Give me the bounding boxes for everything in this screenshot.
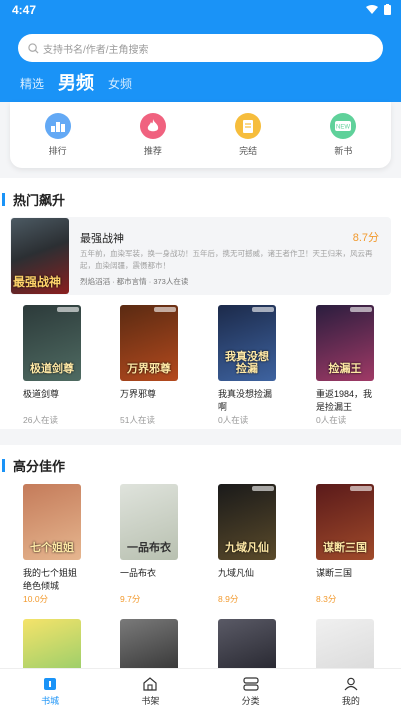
book-card[interactable]: 极道剑尊 极道剑尊 26人在读 xyxy=(23,305,109,426)
read-count: 51人在读 xyxy=(120,415,155,425)
status-icons xyxy=(366,4,391,15)
cover-title: 我真没想捡漏 xyxy=(225,351,269,375)
nav-label: 分类 xyxy=(241,695,260,706)
book-title: 我的七个姐姐绝色倾城 xyxy=(23,568,78,591)
hot-section-header: 热门飙升 xyxy=(0,189,401,209)
book-score: 8.9分 xyxy=(218,594,239,604)
book-card[interactable]: 谋断三国 谋断三国 8.3分 xyxy=(316,484,401,605)
book-description: 五年前，血染军装，换一身战功！五年后，携无可撼威，诸王者作卫！天王归来，风云再起… xyxy=(80,249,373,270)
book-title: 重返1984，我是捡漏王 xyxy=(316,389,373,412)
book-cover: 万界邪尊 xyxy=(120,305,178,381)
flame-icon xyxy=(139,113,166,139)
category-label: 推荐 xyxy=(143,146,162,156)
section-title: 高分佳作 xyxy=(13,458,66,474)
bottom-nav: 书城 书架 分类 我的 xyxy=(0,668,401,714)
wifi-icon xyxy=(366,4,378,14)
book-card[interactable]: 我真没想捡漏 我真没想捡漏啊 0人在读 xyxy=(218,305,304,426)
bookshelf-icon xyxy=(143,676,157,691)
new-book-icon: NEW xyxy=(330,113,357,139)
status-time: 4:47 xyxy=(12,3,37,17)
book-cover[interactable] xyxy=(120,619,178,668)
book-title: 万界邪尊 xyxy=(120,389,157,399)
nav-bookstore[interactable]: 书城 xyxy=(0,677,100,707)
category-ranking[interactable]: 排行 xyxy=(18,113,98,157)
book-title: 谋断三国 xyxy=(316,568,353,578)
read-count: 26人在读 xyxy=(23,415,58,425)
cover-title: 最强战神 xyxy=(13,275,62,289)
nav-label: 我的 xyxy=(341,695,360,706)
cover-title: 谋断三国 xyxy=(323,542,367,554)
category-recommend[interactable]: 推荐 xyxy=(113,113,193,157)
book-cover: 极道剑尊 xyxy=(23,305,81,381)
book-cover: 最强战神 xyxy=(11,218,69,294)
book-score: 10.0分 xyxy=(23,594,49,604)
featured-book[interactable]: 最强战神 最强战神 8.7分 五年前，血染军装，换一身战功！五年后，携无可撼威，… xyxy=(10,217,391,295)
cover-title: 捡漏王 xyxy=(328,363,362,375)
cover-title: 七个姐姐 xyxy=(30,542,74,554)
book-card[interactable]: 捡漏王 重返1984，我是捡漏王 0人在读 xyxy=(316,305,401,426)
cover-title: 万界邪尊 xyxy=(127,363,171,375)
top-tabs: 精选 男频 女频 xyxy=(20,68,132,96)
book-card[interactable]: 一品布衣 一品布衣 9.7分 xyxy=(120,484,206,605)
book-score: 8.7分 xyxy=(352,232,379,244)
book-title: 我真没想捡漏啊 xyxy=(218,389,273,412)
section-marker xyxy=(2,192,5,206)
book-cover: 七个姐姐 xyxy=(23,484,81,560)
section-marker xyxy=(2,458,5,472)
book-cover: 谋断三国 xyxy=(316,484,374,560)
cover-title: 一品布衣 xyxy=(127,542,171,554)
category-label: 完结 xyxy=(239,146,258,156)
category-shortcuts: 排行 推荐 完结 NEW 新书 xyxy=(10,102,391,168)
book-title: 一品布衣 xyxy=(120,568,157,578)
ranking-icon xyxy=(44,113,71,139)
book-meta: 烈焰滔滔 · 都市言情 · 373人在读 xyxy=(80,277,189,286)
search-input[interactable]: 支持书名/作者/主角搜索 xyxy=(18,34,383,62)
book-cover: 捡漏王 xyxy=(316,305,374,381)
category-label: 新书 xyxy=(334,146,353,156)
bookstore-icon xyxy=(44,677,57,690)
profile-icon xyxy=(344,677,358,690)
book-cover: 九域凡仙 xyxy=(218,484,276,560)
nav-profile[interactable]: 我的 xyxy=(301,677,401,707)
high-section-header: 高分佳作 xyxy=(0,455,401,475)
read-count: 0人在读 xyxy=(218,415,249,425)
search-icon xyxy=(28,42,39,54)
status-bar: 4:47 xyxy=(0,0,401,22)
book-score: 8.3分 xyxy=(316,594,337,604)
category-label: 排行 xyxy=(48,146,67,156)
book-title: 最强战神 xyxy=(80,233,124,245)
nav-bookshelf[interactable]: 书架 xyxy=(100,676,200,707)
book-title: 极道剑尊 xyxy=(23,389,60,399)
book-cover: 一品布衣 xyxy=(120,484,178,560)
tab-featured[interactable]: 精选 xyxy=(20,75,44,96)
nav-category[interactable]: 分类 xyxy=(201,676,301,707)
battery-icon xyxy=(384,4,391,15)
book-score: 9.7分 xyxy=(120,594,141,604)
app-screen: 4:47 支持书名/作者/主角搜索 精选 男频 女频 排行 推荐 完结 NEW … xyxy=(0,0,401,714)
category-icon xyxy=(243,676,259,691)
nav-label: 书架 xyxy=(141,695,160,706)
svg-text:NEW: NEW xyxy=(336,125,350,131)
book-cover[interactable] xyxy=(218,619,276,668)
tab-female[interactable]: 女频 xyxy=(108,75,132,96)
book-card[interactable]: 七个姐姐 我的七个姐姐绝色倾城 10.0分 xyxy=(23,484,109,605)
category-new[interactable]: NEW 新书 xyxy=(303,113,383,157)
header: 4:47 支持书名/作者/主角搜索 精选 男频 女频 xyxy=(0,0,401,102)
finished-book-icon xyxy=(235,113,262,139)
read-count: 0人在读 xyxy=(316,415,347,425)
book-card[interactable]: 万界邪尊 万界邪尊 51人在读 xyxy=(120,305,206,426)
category-finished[interactable]: 完结 xyxy=(208,113,288,157)
cover-title: 九域凡仙 xyxy=(225,542,269,554)
tab-male[interactable]: 男频 xyxy=(58,69,94,96)
nav-label: 书城 xyxy=(41,695,60,706)
book-cover[interactable] xyxy=(23,619,81,668)
book-title: 九域凡仙 xyxy=(218,568,255,578)
search-placeholder: 支持书名/作者/主角搜索 xyxy=(43,44,149,56)
cover-title: 极道剑尊 xyxy=(30,363,74,375)
book-cover: 我真没想捡漏 xyxy=(218,305,276,381)
book-card[interactable]: 九域凡仙 九域凡仙 8.9分 xyxy=(218,484,304,605)
section-title: 热门飙升 xyxy=(13,192,66,208)
book-cover[interactable] xyxy=(316,619,374,668)
